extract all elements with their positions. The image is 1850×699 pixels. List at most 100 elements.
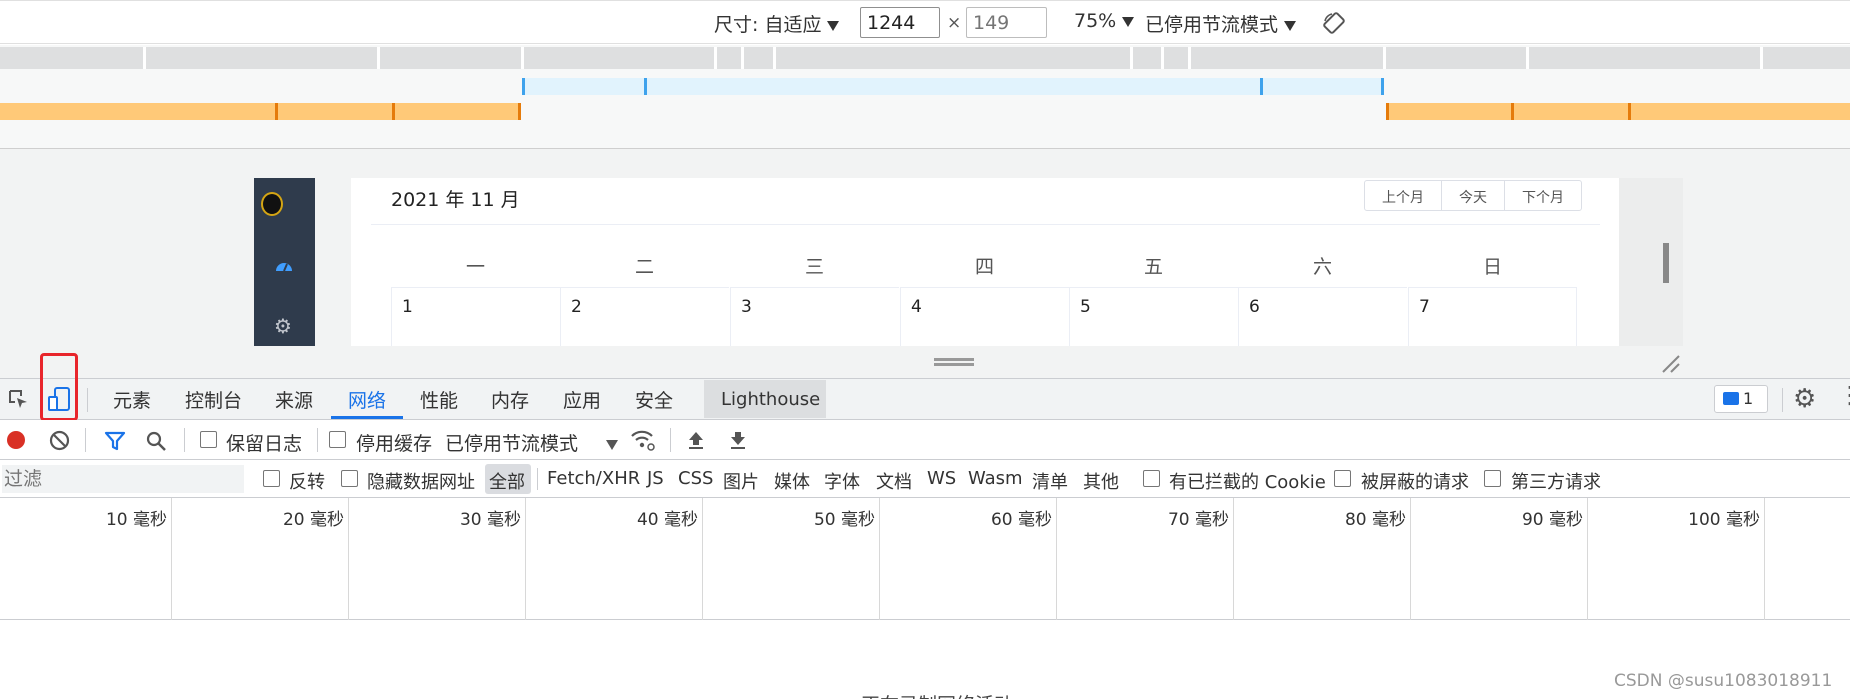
prev-month-button[interactable]: 上个月 xyxy=(1365,181,1442,210)
blocked-requests-checkbox[interactable] xyxy=(1334,470,1351,487)
filter-img[interactable]: 图片 xyxy=(723,468,759,494)
filter-other[interactable]: 其他 xyxy=(1083,468,1119,494)
tab-sources[interactable]: 来源 xyxy=(275,386,313,413)
tab-security[interactable]: 安全 xyxy=(635,386,673,413)
export-har-icon[interactable] xyxy=(727,429,749,451)
mq-tick xyxy=(275,103,278,120)
settings-icon[interactable]: ⚙ xyxy=(274,314,292,338)
calendar-day-cell[interactable]: 5 xyxy=(1069,287,1238,346)
import-har-icon[interactable] xyxy=(685,429,707,451)
settings-gear-icon[interactable]: ⚙ xyxy=(1793,384,1816,414)
issues-button[interactable]: 1 xyxy=(1714,385,1768,413)
right-resize-handle[interactable] xyxy=(1663,243,1669,283)
height-input[interactable] xyxy=(966,7,1047,38)
filter-css[interactable]: CSS xyxy=(678,468,713,489)
invert-checkbox[interactable] xyxy=(263,470,280,487)
filter-fetch-xhr[interactable]: Fetch/XHR xyxy=(547,468,640,489)
timeline-gridline xyxy=(1764,498,1765,620)
calendar-day-cell[interactable]: 2 xyxy=(560,287,729,346)
mq-tick xyxy=(1628,103,1631,120)
mq-tick xyxy=(392,103,395,120)
tab-application[interactable]: 应用 xyxy=(563,386,601,413)
day-number: 5 xyxy=(1080,297,1091,317)
toolbar-divider xyxy=(1782,388,1783,412)
media-query-bar-min-max[interactable] xyxy=(522,78,1384,95)
device-throttle-dropdown[interactable]: 已停用节流模式 xyxy=(1145,10,1297,37)
network-throttle-dropdown[interactable]: 已停用节流模式 xyxy=(445,429,619,456)
calendar-day-cell[interactable]: 7 xyxy=(1408,287,1577,346)
third-party-label: 第三方请求 xyxy=(1511,472,1601,493)
hide-data-urls-checkbox[interactable] xyxy=(341,470,358,487)
issues-count: 1 xyxy=(1743,389,1754,408)
device-throttle-label: 已停用节流模式 xyxy=(1145,14,1279,36)
calendar-divider xyxy=(371,224,1600,225)
rotate-icon[interactable] xyxy=(1322,11,1346,35)
calendar-day-cell[interactable]: 1 xyxy=(391,287,560,346)
width-input[interactable] xyxy=(860,7,940,38)
preserve-log-checkbox[interactable] xyxy=(200,431,217,448)
search-icon[interactable] xyxy=(145,430,167,452)
timeline-label: 20 毫秒 xyxy=(282,510,344,530)
mq-tick xyxy=(1760,47,1763,69)
bottom-resize-handle[interactable] xyxy=(934,358,974,366)
corner-resize-icon[interactable] xyxy=(1661,354,1681,374)
dimensions-dropdown[interactable]: 尺寸: 自适应 xyxy=(714,10,840,37)
filter-ws[interactable]: WS xyxy=(927,468,956,489)
blocked-cookies-checkbox[interactable] xyxy=(1143,470,1160,487)
filter-all[interactable]: 全部 xyxy=(489,468,525,494)
timeline-label: 50 毫秒 xyxy=(813,510,875,530)
highlight-box xyxy=(40,353,78,421)
media-query-bar-max[interactable] xyxy=(0,47,1850,69)
dashboard-icon[interactable] xyxy=(275,258,293,272)
blocked-cookies-label: 有已拦截的 Cookie xyxy=(1169,472,1326,493)
more-options-icon[interactable]: ⋮ xyxy=(1838,383,1850,407)
mq-tick xyxy=(518,103,521,120)
tab-console[interactable]: 控制台 xyxy=(185,386,242,413)
filter-js[interactable]: JS xyxy=(647,468,664,489)
today-button[interactable]: 今天 xyxy=(1442,181,1505,210)
filter-manifest[interactable]: 清单 xyxy=(1032,468,1068,494)
calendar-day-cell[interactable]: 3 xyxy=(730,287,899,346)
mq-tick xyxy=(1188,47,1191,69)
disable-cache-checkbox[interactable] xyxy=(329,431,346,448)
filter-doc[interactable]: 文档 xyxy=(876,468,912,494)
inspect-element-icon[interactable] xyxy=(7,388,29,410)
tab-lighthouse[interactable]: Lighthouse xyxy=(704,380,826,418)
timeline-label: 70 毫秒 xyxy=(1167,510,1229,530)
timeline-label: 30 毫秒 xyxy=(459,510,521,530)
record-icon[interactable] xyxy=(7,431,25,449)
timeline-gridline xyxy=(1056,498,1057,620)
filter-wasm[interactable]: Wasm xyxy=(968,468,1023,489)
clear-icon[interactable] xyxy=(49,430,70,451)
media-query-bar-min-left[interactable] xyxy=(0,103,520,120)
preserve-log-label: 保留日志 xyxy=(226,433,303,455)
mq-tick xyxy=(522,78,525,95)
logo-icon xyxy=(261,192,283,216)
filter-icon[interactable] xyxy=(104,430,126,452)
filter-input[interactable] xyxy=(2,465,244,493)
hide-data-urls-label: 隐藏数据网址 xyxy=(367,472,475,493)
filter-media[interactable]: 媒体 xyxy=(774,468,810,494)
timeline-label: 90 毫秒 xyxy=(1521,510,1583,530)
network-throttle-label: 已停用节流模式 xyxy=(445,433,579,455)
recording-message: 正在录制网络活动… xyxy=(861,690,1032,699)
timeline-label: 60 毫秒 xyxy=(990,510,1052,530)
weekday-thu: 四 xyxy=(974,256,994,278)
filter-font[interactable]: 字体 xyxy=(824,468,860,494)
calendar-day-cell[interactable]: 4 xyxy=(900,287,1069,346)
zoom-dropdown[interactable]: 75% xyxy=(1074,10,1135,32)
tab-performance[interactable]: 性能 xyxy=(420,386,458,413)
tab-memory[interactable]: 内存 xyxy=(491,386,529,413)
third-party-checkbox[interactable] xyxy=(1484,470,1501,487)
next-month-button[interactable]: 下个月 xyxy=(1505,181,1581,210)
tab-elements[interactable]: 元素 xyxy=(113,386,151,413)
calendar-day-cell[interactable]: 6 xyxy=(1238,287,1407,346)
mq-tick xyxy=(644,78,647,95)
mq-tick xyxy=(1130,47,1133,69)
timeline-gridline xyxy=(879,498,880,620)
media-query-bar-min-right[interactable] xyxy=(1386,103,1850,120)
network-conditions-icon[interactable] xyxy=(630,428,656,452)
tab-network[interactable]: 网络 xyxy=(348,386,386,413)
chevron-down-icon xyxy=(827,20,840,31)
timeline-label: 10 毫秒 xyxy=(105,510,167,530)
